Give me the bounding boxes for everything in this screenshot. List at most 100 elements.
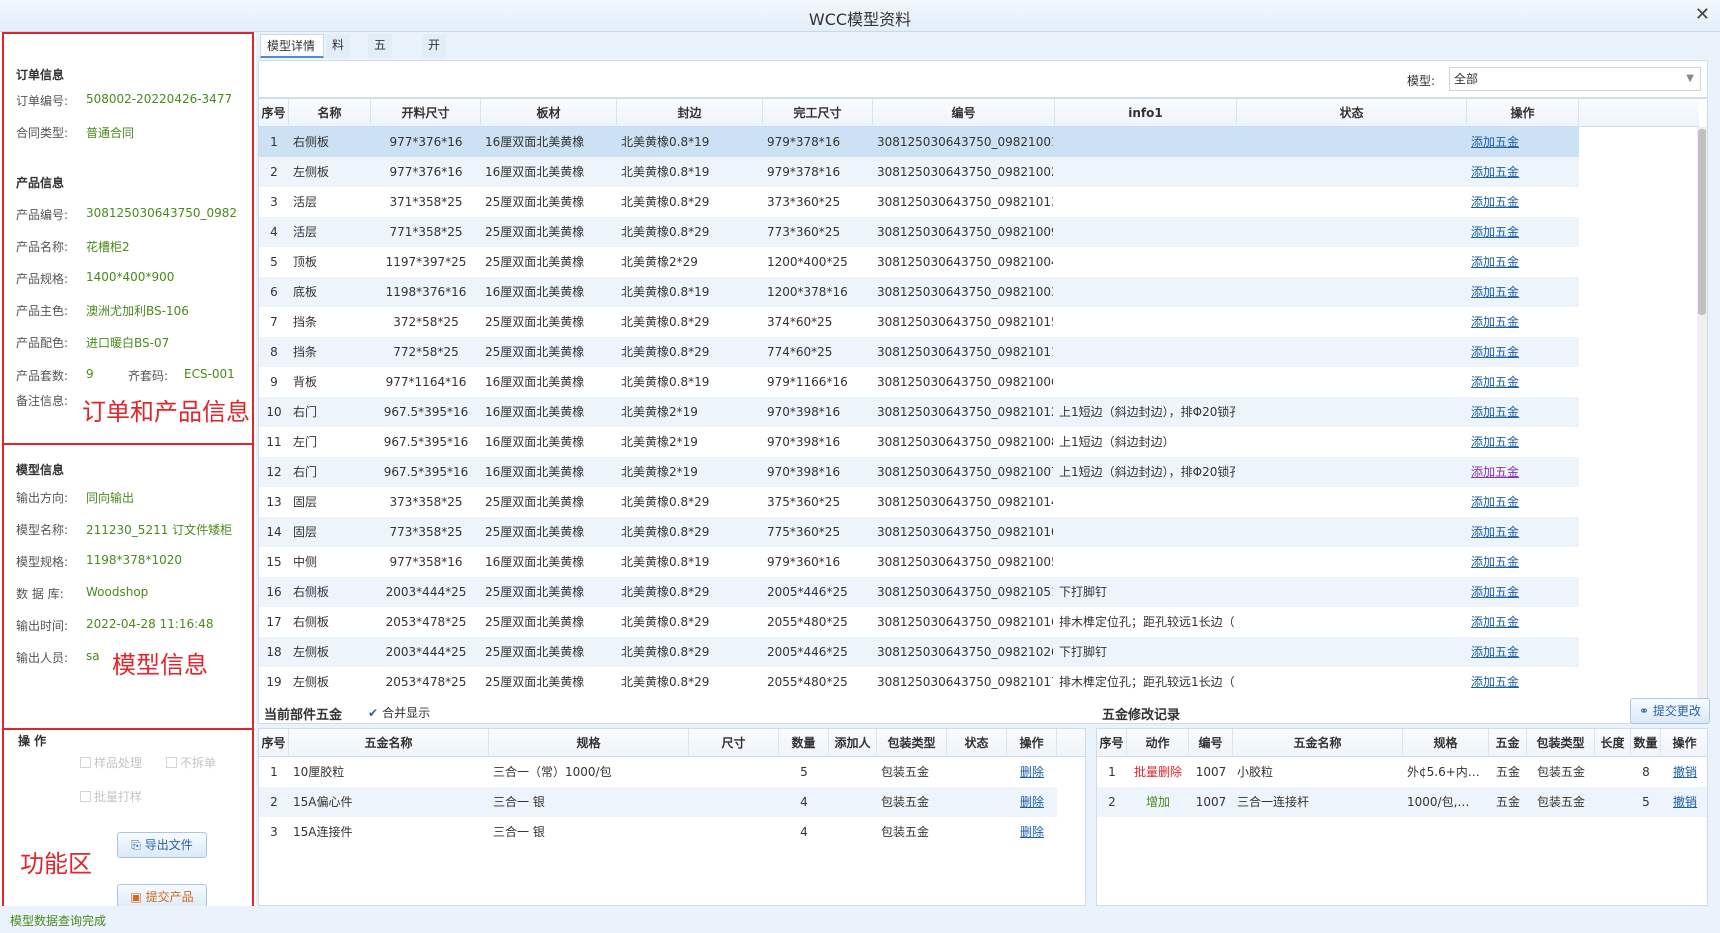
cell-action[interactable]: 添加五金 bbox=[1471, 277, 1577, 307]
column-header[interactable]: 状态 bbox=[947, 729, 1007, 757]
cell-action[interactable]: 添加五金 bbox=[1471, 307, 1577, 337]
table-row[interactable]: 8 挡条 772*58*25 25厘双面北美黄橡 北美黄橡0.8*29 774*60*25… bbox=[259, 337, 1579, 367]
cell-undo-text[interactable]: 撤销 bbox=[1673, 795, 1697, 809]
column-header[interactable]: 封边 bbox=[617, 99, 763, 127]
column-header[interactable]: 编号 bbox=[873, 99, 1055, 127]
column-header[interactable]: 数量 bbox=[779, 729, 829, 757]
cell-action-text[interactable]: 添加五金 bbox=[1471, 375, 1519, 389]
cell-undo[interactable]: 撤销 bbox=[1661, 787, 1707, 817]
cell-action-text[interactable]: 添加五金 bbox=[1471, 435, 1519, 449]
cell-action[interactable]: 添加五金 bbox=[1471, 667, 1577, 697]
cell-action[interactable]: 删除 bbox=[1007, 817, 1057, 847]
table-row[interactable]: 12 右门 967.5*395*16 16厘双面北美黄橡 北美黄橡2*19 970*398… bbox=[259, 457, 1579, 487]
cell-action-text[interactable]: 添加五金 bbox=[1471, 465, 1519, 479]
table-row[interactable]: 18 左侧板 2003*444*25 25厘双面北美黄橡 北美黄橡0.8*29 2005*… bbox=[259, 637, 1579, 667]
tab-cutting[interactable]: 开料 bbox=[422, 34, 447, 74]
column-header[interactable]: 名称 bbox=[289, 99, 371, 127]
cell-action-text[interactable]: 添加五金 bbox=[1471, 675, 1519, 689]
cell-action-text[interactable]: 添加五金 bbox=[1471, 585, 1519, 599]
column-header[interactable]: 完工尺寸 bbox=[763, 99, 873, 127]
column-header[interactable]: 动作 bbox=[1127, 729, 1189, 757]
table-row[interactable]: 5 顶板 1197*397*25 25厘双面北美黄橡 北美黄橡2*29 1200*400*… bbox=[259, 247, 1579, 277]
column-header[interactable]: 包装类型 bbox=[1527, 729, 1595, 757]
submit-changes-button[interactable]: ⚭ 提交更改 bbox=[1630, 698, 1710, 724]
cell-action-text[interactable]: 添加五金 bbox=[1471, 195, 1519, 209]
cell-action[interactable]: 添加五金 bbox=[1471, 487, 1577, 517]
table-row[interactable]: 1 批量删除 1007 小胶粒 外¢5.6+内… 五金 包装五金 8 撤销 bbox=[1097, 757, 1707, 787]
cell-action[interactable]: 删除 bbox=[1007, 787, 1057, 817]
cell-action[interactable]: 添加五金 bbox=[1471, 607, 1577, 637]
column-header[interactable]: 规格 bbox=[1403, 729, 1489, 757]
parts-scrollbar[interactable] bbox=[1697, 127, 1707, 723]
cell-action[interactable]: 添加五金 bbox=[1471, 517, 1577, 547]
column-header[interactable]: 编号 bbox=[1189, 729, 1233, 757]
tab-material-list[interactable]: 料单 bbox=[326, 34, 351, 74]
model-filter-select[interactable]: 全部 ▼ bbox=[1449, 67, 1701, 91]
cell-action[interactable]: 添加五金 bbox=[1471, 577, 1577, 607]
cell-action-text[interactable]: 添加五金 bbox=[1471, 495, 1519, 509]
cell-action[interactable]: 添加五金 bbox=[1471, 157, 1577, 187]
cell-action[interactable]: 添加五金 bbox=[1471, 547, 1577, 577]
column-header[interactable]: 五金 bbox=[1489, 729, 1527, 757]
cell-action[interactable]: 添加五金 bbox=[1471, 247, 1577, 277]
table-row[interactable]: 10 右门 967.5*395*16 16厘双面北美黄橡 北美黄橡2*19 970*398… bbox=[259, 397, 1579, 427]
cell-action-text[interactable]: 添加五金 bbox=[1471, 615, 1519, 629]
column-header[interactable]: 开料尺寸 bbox=[371, 99, 481, 127]
table-row[interactable]: 3 活层 371*358*25 25厘双面北美黄橡 北美黄橡0.8*29 373*360*… bbox=[259, 187, 1579, 217]
table-row[interactable]: 15 中侧 977*358*16 16厘双面北美黄橡 北美黄橡0.8*19 979*360… bbox=[259, 547, 1579, 577]
table-row[interactable]: 7 挡条 372*58*25 25厘双面北美黄橡 北美黄橡0.8*29 374*60*25… bbox=[259, 307, 1579, 337]
cell-action-text[interactable]: 删除 bbox=[1020, 825, 1044, 839]
cell-action[interactable]: 添加五金 bbox=[1471, 217, 1577, 247]
cell-action[interactable]: 删除 bbox=[1007, 757, 1057, 787]
cell-action-text[interactable]: 添加五金 bbox=[1471, 255, 1519, 269]
column-header[interactable]: 操作 bbox=[1661, 729, 1707, 757]
column-header[interactable]: 板材 bbox=[481, 99, 617, 127]
close-icon[interactable]: ✕ bbox=[1695, 4, 1710, 25]
table-row[interactable]: 2 左侧板 977*376*16 16厘双面北美黄橡 北美黄橡0.8*19 979*378… bbox=[259, 157, 1579, 187]
column-header[interactable]: 五金名称 bbox=[1233, 729, 1403, 757]
cell-action[interactable]: 添加五金 bbox=[1471, 397, 1577, 427]
table-row[interactable]: 4 活层 771*358*25 25厘双面北美黄橡 北美黄橡0.8*29 773*360*… bbox=[259, 217, 1579, 247]
column-header[interactable]: 尺寸 bbox=[689, 729, 779, 757]
cell-action[interactable]: 添加五金 bbox=[1471, 367, 1577, 397]
tab-model-detail[interactable]: 模型详情 bbox=[260, 34, 324, 58]
column-header[interactable]: 序号 bbox=[259, 729, 289, 757]
merge-display-checkbox[interactable]: ✔ 合并显示 bbox=[368, 704, 430, 721]
table-row[interactable]: 16 右侧板 2003*444*25 25厘双面北美黄橡 北美黄橡0.8*29 2005*… bbox=[259, 577, 1579, 607]
cell-action-text[interactable]: 添加五金 bbox=[1471, 315, 1519, 329]
cell-action-text[interactable]: 添加五金 bbox=[1471, 405, 1519, 419]
column-header[interactable]: 序号 bbox=[1097, 729, 1127, 757]
cell-action[interactable]: 添加五金 bbox=[1471, 637, 1577, 667]
cell-action-text[interactable]: 添加五金 bbox=[1471, 645, 1519, 659]
batch-sample-checkbox[interactable]: 批量打样 bbox=[80, 788, 142, 805]
column-header[interactable]: 规格 bbox=[489, 729, 689, 757]
no-split-checkbox[interactable]: 不拆单 bbox=[166, 754, 216, 771]
cell-action[interactable]: 添加五金 bbox=[1471, 457, 1577, 487]
cell-undo-text[interactable]: 撤销 bbox=[1673, 765, 1697, 779]
table-row[interactable]: 11 左门 967.5*395*16 16厘双面北美黄橡 北美黄橡2*19 970*398… bbox=[259, 427, 1579, 457]
table-row[interactable]: 19 左侧板 2053*478*25 25厘双面北美黄橡 北美黄橡0.8*29 2055*… bbox=[259, 667, 1579, 697]
column-header[interactable]: info1 bbox=[1055, 99, 1237, 127]
cell-action-text[interactable]: 添加五金 bbox=[1471, 525, 1519, 539]
cell-undo[interactable]: 撤销 bbox=[1661, 757, 1707, 787]
sample-process-checkbox[interactable]: 样品处理 bbox=[80, 754, 142, 771]
column-header[interactable]: 五金名称 bbox=[289, 729, 489, 757]
table-row[interactable]: 9 背板 977*1164*16 16厘双面北美黄橡 北美黄橡0.8*19 979*116… bbox=[259, 367, 1579, 397]
column-header[interactable]: 序号 bbox=[259, 99, 289, 127]
tab-hardware-list[interactable]: 五金单 bbox=[368, 34, 393, 96]
table-row[interactable]: 2 增加 1007 三合一连接杆 1000/包,… 五金 包装五金 5 撤销 bbox=[1097, 787, 1707, 817]
table-row[interactable]: 1 10厘胶粒 三合一（常）1000/包 5 包装五金 删除 bbox=[259, 757, 1057, 787]
scrollbar-thumb[interactable] bbox=[1698, 129, 1706, 315]
table-row[interactable]: 6 底板 1198*376*16 16厘双面北美黄橡 北美黄橡0.8*19 1200*37… bbox=[259, 277, 1579, 307]
column-header[interactable]: 长度 bbox=[1595, 729, 1631, 757]
cell-action-text[interactable]: 删除 bbox=[1020, 795, 1044, 809]
table-row[interactable]: 14 固层 773*358*25 25厘双面北美黄橡 北美黄橡0.8*29 775*360… bbox=[259, 517, 1579, 547]
cell-action-text[interactable]: 添加五金 bbox=[1471, 285, 1519, 299]
column-header[interactable]: 添加人 bbox=[829, 729, 877, 757]
export-file-button[interactable]: ⎘ 导出文件 bbox=[117, 832, 207, 858]
cell-action[interactable]: 添加五金 bbox=[1471, 427, 1577, 457]
cell-action-text[interactable]: 添加五金 bbox=[1471, 135, 1519, 149]
cell-action-text[interactable]: 删除 bbox=[1020, 765, 1044, 779]
cell-action-text[interactable]: 添加五金 bbox=[1471, 225, 1519, 239]
cell-action[interactable]: 添加五金 bbox=[1471, 337, 1577, 367]
